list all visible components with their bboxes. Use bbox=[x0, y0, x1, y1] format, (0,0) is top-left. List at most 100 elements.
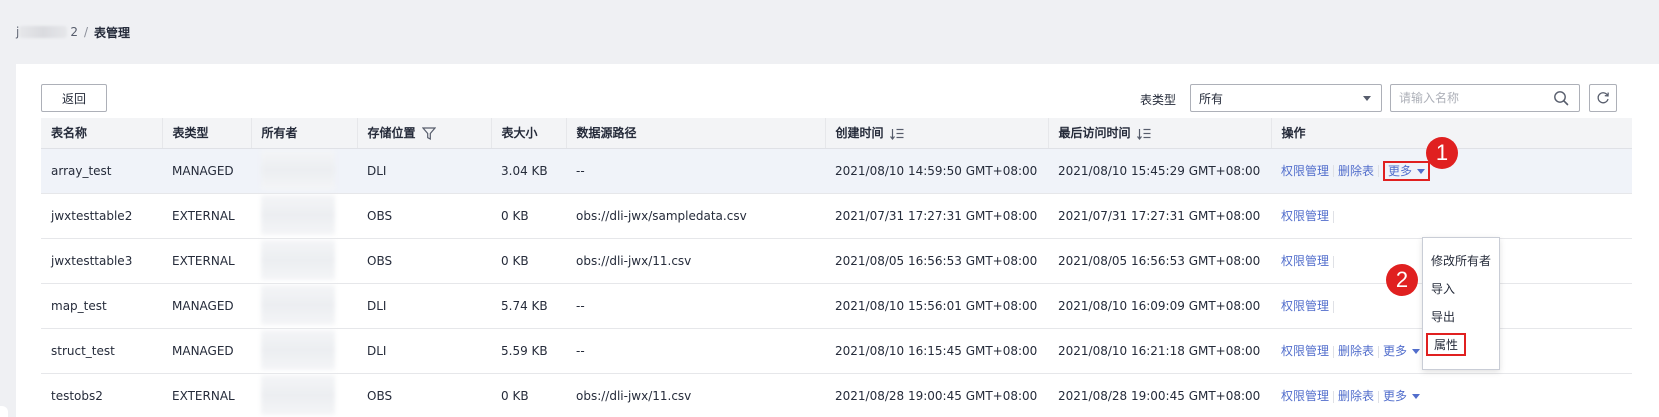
breadcrumb: j 2 / 表管理 bbox=[16, 24, 130, 40]
divider bbox=[1333, 300, 1335, 313]
column-header: 表大小 bbox=[490, 118, 566, 149]
cell-name: jwxtesttable2 bbox=[41, 193, 162, 239]
delete-table-link[interactable]: 删除表 bbox=[1338, 389, 1374, 403]
divider bbox=[1378, 345, 1380, 358]
sort-icon[interactable] bbox=[889, 128, 904, 140]
cell-created: 2021/08/28 19:00:45 GMT+08:00 bbox=[825, 373, 1048, 417]
delete-table-link[interactable]: 删除表 bbox=[1338, 344, 1374, 358]
cell-size: 0 KB bbox=[491, 238, 566, 284]
more-link[interactable]: 更多 bbox=[1383, 344, 1407, 358]
cell-location: OBS bbox=[357, 373, 491, 417]
more-dropdown-highlight[interactable]: 更多 bbox=[1383, 160, 1431, 181]
back-button[interactable]: 返回 bbox=[41, 84, 107, 112]
cell-type: EXTERNAL bbox=[162, 373, 251, 417]
cell-owner bbox=[251, 283, 357, 329]
permission-link[interactable]: 权限管理 bbox=[1281, 209, 1329, 223]
cell-path: obs://dli-jwx/11.csv bbox=[566, 373, 825, 417]
divider bbox=[1333, 255, 1335, 268]
redacted-owner bbox=[261, 374, 335, 415]
corner-tab bbox=[0, 406, 8, 417]
table-header-row: 表名称 表类型 所有者 存储位置 表大小 数据源路径 创建时间 最后访问时间 操… bbox=[41, 118, 1632, 149]
more-link[interactable]: 更多 bbox=[1383, 389, 1407, 403]
delete-table-link[interactable]: 删除表 bbox=[1338, 164, 1374, 178]
breadcrumb-current: 表管理 bbox=[94, 25, 131, 40]
permission-link[interactable]: 权限管理 bbox=[1281, 344, 1329, 358]
column-header: 表名称 bbox=[41, 118, 162, 149]
divider bbox=[1378, 390, 1380, 403]
menu-item-export[interactable]: 导出 bbox=[1431, 308, 1455, 325]
table-row[interactable]: testobs2 EXTERNAL OBS 0 KB obs://dli-jwx… bbox=[41, 373, 1632, 417]
cell-location: OBS bbox=[357, 193, 491, 239]
chevron-down-icon bbox=[1412, 349, 1421, 354]
table-management-panel: 返回 表类型 所有 表名称 表类型 所有者 存储位置 表大小 数据源路径 创建时… bbox=[16, 64, 1659, 417]
table-row[interactable]: array_test MANAGED DLI 3.04 KB -- 2021/0… bbox=[41, 148, 1632, 194]
cell-path: -- bbox=[566, 283, 825, 329]
cell-owner bbox=[251, 328, 357, 374]
cell-owner bbox=[251, 148, 357, 194]
cell-type: MANAGED bbox=[162, 148, 251, 194]
table-type-label: 表类型 bbox=[1140, 93, 1177, 107]
cell-type: EXTERNAL bbox=[162, 238, 251, 284]
cell-created: 2021/07/31 17:27:31 GMT+08:00 bbox=[825, 193, 1048, 239]
column-header-label: 最后访问时间 bbox=[1058, 126, 1131, 141]
table-row[interactable]: struct_test MANAGED DLI 5.59 KB -- 2021/… bbox=[41, 328, 1632, 374]
cell-size: 5.74 KB bbox=[491, 283, 566, 329]
divider bbox=[1333, 210, 1335, 223]
cell-accessed: 2021/08/05 16:56:53 GMT+08:00 bbox=[1048, 238, 1271, 284]
column-header-created[interactable]: 创建时间 bbox=[824, 118, 1048, 149]
column-header-label: 存储位置 bbox=[367, 126, 416, 141]
cell-location: DLI bbox=[357, 283, 491, 329]
redacted-owner bbox=[261, 329, 335, 370]
search-input[interactable] bbox=[1390, 84, 1580, 112]
callout-badge-1: 1 bbox=[1426, 137, 1458, 169]
breadcrumb-suffix[interactable]: 2 bbox=[70, 25, 78, 39]
menu-item-import[interactable]: 导入 bbox=[1431, 280, 1455, 297]
more-dropdown-menu: 修改所有者 导入 导出 属性 bbox=[1422, 237, 1500, 370]
cell-accessed: 2021/08/10 15:45:29 GMT+08:00 bbox=[1048, 148, 1271, 194]
cell-path: -- bbox=[566, 328, 825, 374]
redacted-text bbox=[19, 26, 68, 38]
column-header: 数据源路径 bbox=[565, 118, 825, 149]
sort-icon[interactable] bbox=[1136, 128, 1151, 140]
column-header-accessed[interactable]: 最后访问时间 bbox=[1047, 118, 1271, 149]
cell-created: 2021/08/05 16:56:53 GMT+08:00 bbox=[825, 238, 1048, 284]
divider bbox=[1378, 165, 1380, 177]
cell-owner bbox=[251, 193, 357, 239]
filter-icon[interactable] bbox=[421, 127, 436, 141]
cell-type: MANAGED bbox=[162, 328, 251, 374]
cell-name: map_test bbox=[41, 283, 162, 329]
chevron-down-icon bbox=[1363, 96, 1371, 101]
permission-link[interactable]: 权限管理 bbox=[1281, 254, 1329, 268]
cell-size: 3.04 KB bbox=[491, 148, 566, 194]
column-header: 所有者 bbox=[250, 118, 357, 149]
cell-name: array_test bbox=[41, 148, 162, 194]
cell-accessed: 2021/08/10 16:09:09 GMT+08:00 bbox=[1048, 283, 1271, 329]
cell-size: 0 KB bbox=[491, 193, 566, 239]
permission-link[interactable]: 权限管理 bbox=[1281, 164, 1329, 178]
permission-link[interactable]: 权限管理 bbox=[1281, 299, 1329, 313]
menu-item-properties[interactable]: 属性 bbox=[1426, 333, 1467, 356]
cell-accessed: 2021/07/31 17:27:31 GMT+08:00 bbox=[1048, 193, 1271, 239]
cell-created: 2021/08/10 15:56:01 GMT+08:00 bbox=[825, 283, 1048, 329]
permission-link[interactable]: 权限管理 bbox=[1281, 389, 1329, 403]
redacted-owner bbox=[261, 284, 335, 325]
menu-item-change-owner[interactable]: 修改所有者 bbox=[1431, 252, 1491, 269]
divider bbox=[1333, 165, 1335, 177]
breadcrumb-separator: / bbox=[83, 25, 89, 39]
refresh-button[interactable] bbox=[1589, 84, 1617, 112]
divider bbox=[1333, 345, 1335, 358]
cell-type: MANAGED bbox=[162, 283, 251, 329]
search-icon[interactable] bbox=[1553, 90, 1569, 106]
table-type-select[interactable]: 所有 bbox=[1190, 84, 1382, 112]
cell-location: DLI bbox=[357, 148, 491, 194]
cell-type: EXTERNAL bbox=[162, 193, 251, 239]
cell-name: jwxtesttable3 bbox=[41, 238, 162, 284]
cell-path: -- bbox=[566, 148, 825, 194]
cell-location: OBS bbox=[357, 238, 491, 284]
more-link[interactable]: 更多 bbox=[1388, 164, 1412, 178]
table-row[interactable]: jwxtesttable2 EXTERNAL OBS 0 KB obs://dl… bbox=[41, 193, 1632, 239]
cell-name: struct_test bbox=[41, 328, 162, 374]
chevron-down-icon bbox=[1417, 168, 1426, 174]
column-header-location: 存储位置 bbox=[356, 118, 491, 149]
column-header-label: 创建时间 bbox=[835, 126, 884, 141]
